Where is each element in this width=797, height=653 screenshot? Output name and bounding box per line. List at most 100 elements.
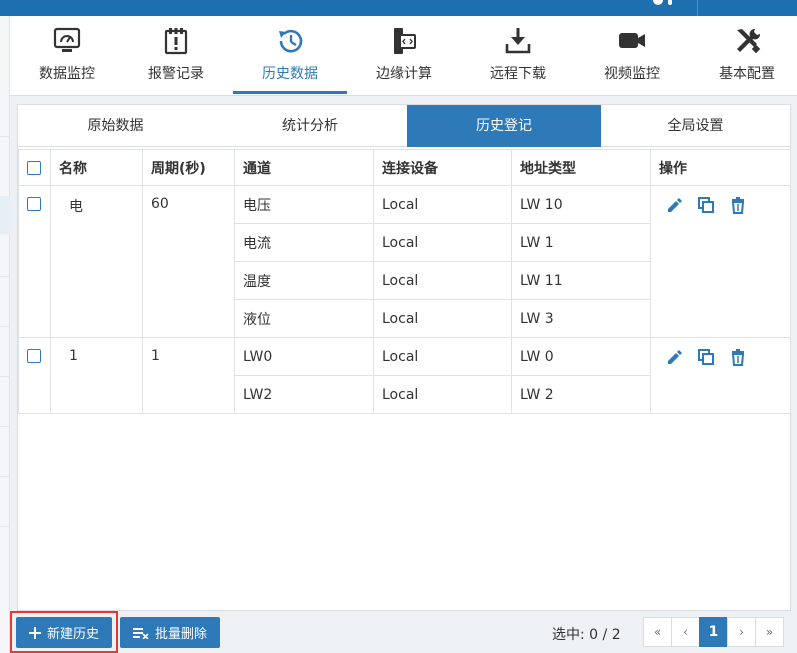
cell-channel: 电压	[234, 185, 374, 224]
main-nav: 数据监控 报警记录 历史数据 边缘计算 远程下载 视频监控 基本配置	[10, 16, 797, 96]
cell-device: Local	[373, 375, 512, 414]
batch-delete-button[interactable]: 批量删除	[120, 617, 220, 648]
cell-channel: LW2	[234, 375, 374, 414]
nav-item-remote-download[interactable]: 远程下载	[461, 16, 575, 96]
cell-device: Local	[373, 223, 512, 262]
nav-item-history-data[interactable]: 历史数据	[233, 16, 347, 96]
col-header-address-type: 地址类型	[511, 149, 651, 186]
pager-last-button[interactable]: »	[755, 617, 784, 647]
selected-count: 选中: 0 / 2	[552, 627, 621, 643]
col-header-operations: 操作	[650, 149, 791, 186]
delete-trash-icon[interactable]	[729, 196, 747, 214]
alarm-clipboard-icon	[164, 28, 188, 55]
header-icon-2[interactable]	[668, 0, 672, 5]
edit-pencil-icon[interactable]	[665, 196, 683, 214]
row-select-cell	[18, 185, 51, 338]
cell-name: 电	[50, 185, 143, 338]
pager-next-button[interactable]: ›	[727, 617, 756, 647]
nav-label: 远程下载	[490, 66, 546, 82]
left-sidebar-edge	[0, 16, 10, 653]
cell-name: 1	[50, 337, 143, 414]
row-checkbox[interactable]	[27, 197, 41, 211]
col-header-name: 名称	[50, 149, 143, 186]
col-header-device: 连接设备	[373, 149, 512, 186]
cell-channel: 液位	[234, 299, 374, 338]
col-header-channel: 通道	[234, 149, 374, 186]
nav-item-video-monitor[interactable]: 视频监控	[575, 16, 689, 96]
download-icon	[505, 28, 531, 54]
nav-label: 视频监控	[604, 66, 660, 82]
sidebar-divider	[0, 526, 10, 527]
new-history-button[interactable]: 新建历史	[16, 617, 112, 648]
col-header-period: 周期(秒)	[142, 149, 235, 186]
tab-statistics[interactable]: 统计分析	[213, 105, 407, 147]
pager-first-button[interactable]: «	[643, 617, 672, 647]
cell-channel: 电流	[234, 223, 374, 262]
nav-label: 历史数据	[262, 66, 318, 82]
table-header-row: 名称 周期(秒) 通道 连接设备 地址类型 操作	[18, 149, 791, 186]
copy-icon[interactable]	[697, 348, 715, 366]
tools-icon	[737, 28, 761, 54]
cell-device: Local	[373, 337, 512, 376]
delete-trash-icon[interactable]	[729, 348, 747, 366]
footer-toolbar: 新建历史 批量删除 选中: 0 / 2 « ‹ 1 › »	[10, 611, 797, 653]
active-tab-underline	[233, 91, 347, 94]
cell-period: 1	[142, 337, 235, 414]
cell-device: Local	[373, 299, 512, 338]
header-icon[interactable]	[653, 0, 663, 5]
sidebar-divider	[0, 276, 10, 277]
row-checkbox[interactable]	[27, 349, 41, 363]
tab-history-register[interactable]: 历史登记	[407, 105, 601, 147]
nav-label: 报警记录	[148, 66, 204, 82]
new-button-highlight: 新建历史	[10, 611, 118, 653]
cell-address-type: LW 1	[511, 223, 651, 262]
table-row: 1 1 LW0 Local LW 0	[18, 337, 791, 414]
cell-address-type: LW 2	[511, 375, 651, 414]
cell-device: Local	[373, 185, 512, 224]
sidebar-divider	[0, 426, 10, 427]
nav-label: 边缘计算	[376, 66, 432, 82]
content-area: 原始数据 统计分析 历史登记 全局设置 名称 周期(秒) 通道 连接设备 地址类…	[10, 96, 797, 653]
tab-global-settings[interactable]: 全局设置	[601, 105, 790, 147]
pagination: « ‹ 1 › »	[643, 617, 784, 647]
sidebar-active-marker	[0, 196, 10, 234]
cell-operations	[650, 185, 791, 338]
nav-item-edge-compute[interactable]: 边缘计算	[347, 16, 461, 96]
select-all-checkbox[interactable]	[27, 160, 41, 175]
batch-delete-label: 批量删除	[154, 627, 207, 642]
cell-address-type: LW 10	[511, 185, 651, 224]
list-delete-icon	[132, 627, 149, 639]
copy-icon[interactable]	[697, 196, 715, 214]
cell-period: 60	[142, 185, 235, 338]
video-camera-icon	[619, 33, 645, 48]
sidebar-divider	[0, 136, 10, 137]
sidebar-divider	[0, 376, 10, 377]
table-row: 电 60 电压 Local LW 10	[18, 185, 791, 338]
tab-raw-data[interactable]: 原始数据	[18, 105, 213, 147]
pager-prev-button[interactable]: ‹	[671, 617, 700, 647]
nav-label: 数据监控	[39, 66, 95, 82]
pager-current-page[interactable]: 1	[699, 617, 728, 647]
cell-address-type: LW 11	[511, 261, 651, 300]
edit-pencil-icon[interactable]	[665, 348, 683, 366]
nav-item-alarm-records[interactable]: 报警记录	[119, 16, 233, 96]
nav-item-data-monitor[interactable]: 数据监控	[10, 16, 124, 96]
new-history-label: 新建历史	[46, 627, 99, 642]
sub-tab-bar: 原始数据 统计分析 历史登记 全局设置	[18, 105, 790, 147]
edge-compute-icon	[394, 28, 416, 54]
cell-address-type: LW 3	[511, 299, 651, 338]
select-all-cell	[18, 149, 51, 186]
header-separator	[697, 0, 698, 16]
nav-item-basic-config[interactable]: 基本配置	[690, 16, 797, 96]
plus-icon	[28, 626, 41, 639]
cell-channel: LW0	[234, 337, 374, 376]
sidebar-divider	[0, 476, 10, 477]
cell-channel: 温度	[234, 261, 374, 300]
monitor-gauge-icon	[53, 27, 81, 52]
history-clock-icon	[279, 29, 303, 53]
cell-address-type: LW 0	[511, 337, 651, 376]
cell-operations	[650, 337, 791, 414]
sidebar-divider	[0, 326, 10, 327]
row-select-cell	[18, 337, 51, 414]
history-table: 名称 周期(秒) 通道 连接设备 地址类型 操作 电 60 电压 Local L…	[18, 149, 791, 414]
